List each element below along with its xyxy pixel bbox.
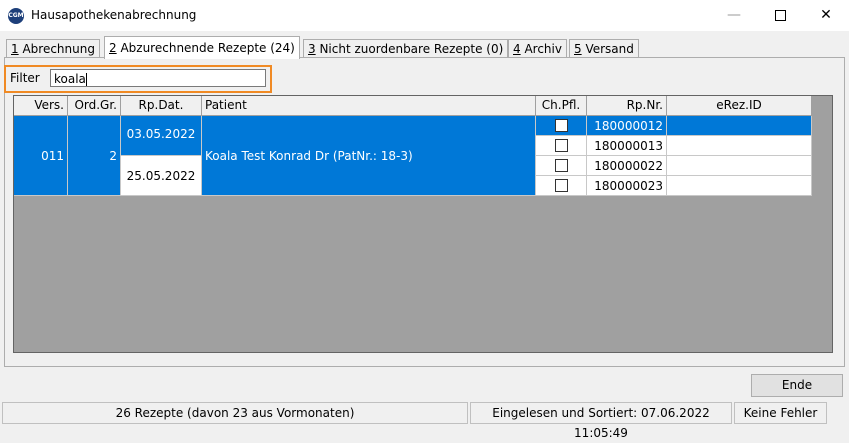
cell-erezid[interactable]: [667, 136, 812, 156]
prescriptions-grid[interactable]: Vers. Ord.Gr. Rp.Dat. Patient Ch.Pfl. Rp…: [13, 95, 833, 353]
status-count: 26 Rezepte (davon 23 aus Vormonaten): [2, 402, 468, 424]
cell-chpfl[interactable]: [536, 156, 587, 176]
tab-accesskey: 5: [574, 42, 582, 56]
cell-ordgr[interactable]: 2: [68, 116, 121, 196]
minimize-button[interactable]: —: [711, 0, 757, 31]
checkbox[interactable]: [555, 119, 568, 132]
status-sorted: Eingelesen und Sortiert: 07.06.2022 11:0…: [470, 402, 732, 440]
tab-accesskey: 2: [109, 41, 117, 55]
tab-archiv[interactable]: 4 Archiv: [508, 39, 567, 58]
cell-chpfl[interactable]: [536, 176, 587, 196]
cell-patient[interactable]: Koala Test Konrad Dr (PatNr.: 18-3): [202, 116, 536, 196]
tab-label: Abzurechnende Rezepte (24): [116, 41, 295, 55]
tab-label: Archiv: [520, 42, 562, 56]
tab-versand[interactable]: 5 Versand: [569, 39, 639, 58]
text-caret: [85, 73, 87, 86]
column-header-rpnr[interactable]: Rp.Nr.: [587, 96, 667, 116]
tab-label: Nicht zuordenbare Rezepte (0): [315, 42, 504, 56]
tab-accesskey: 3: [308, 42, 316, 56]
filter-group: Filter koala: [4, 65, 272, 93]
window-title: Hausapothekenabrechnung: [31, 8, 197, 22]
checkbox[interactable]: [555, 179, 568, 192]
tab-abzurechnende-rezepte[interactable]: 2 Abzurechnende Rezepte (24): [104, 36, 300, 59]
tab-accesskey: 1: [11, 42, 19, 56]
status-errors: Keine Fehler: [734, 402, 827, 424]
cell-chpfl[interactable]: [536, 116, 587, 136]
column-header-erezid[interactable]: eRez.ID: [667, 96, 812, 116]
cell-erezid[interactable]: [667, 116, 812, 136]
cell-chpfl[interactable]: [536, 136, 587, 156]
cell-rpdat[interactable]: 03.05.2022: [121, 116, 202, 156]
maximize-icon: [774, 9, 786, 21]
checkbox[interactable]: [555, 159, 568, 172]
column-header-ordgr[interactable]: Ord.Gr.: [68, 96, 121, 116]
filter-input-value: koala: [54, 72, 86, 86]
column-header-patient[interactable]: Patient: [202, 96, 536, 116]
column-header-vers[interactable]: Vers.: [14, 96, 68, 116]
tab-nicht-zuordenbare-rezepte[interactable]: 3 Nicht zuordenbare Rezepte (0): [303, 39, 509, 58]
tab-label: Versand: [581, 42, 634, 56]
cell-rpnr[interactable]: 180000022: [587, 156, 667, 176]
cell-rpnr[interactable]: 180000023: [587, 176, 667, 196]
cell-rpnr[interactable]: 180000013: [587, 136, 667, 156]
app-icon: CGM: [8, 8, 24, 24]
tab-label: Abrechnung: [18, 42, 95, 56]
maximize-button[interactable]: [757, 0, 803, 31]
filter-input[interactable]: koala: [50, 69, 266, 87]
column-header-chpfl[interactable]: Ch.Pfl.: [536, 96, 587, 116]
cell-erezid[interactable]: [667, 156, 812, 176]
cell-rpnr[interactable]: 180000012: [587, 116, 667, 136]
tab-abrechnung[interactable]: 1 Abrechnung: [6, 39, 100, 58]
column-header-rpdat[interactable]: Rp.Dat.: [121, 96, 202, 116]
close-button[interactable]: ✕: [803, 0, 849, 31]
cell-erezid[interactable]: [667, 176, 812, 196]
ende-button[interactable]: Ende: [751, 374, 843, 397]
filter-label: Filter: [10, 71, 40, 85]
cell-vers[interactable]: 011: [14, 116, 68, 196]
cell-rpdat[interactable]: 25.05.2022: [121, 156, 202, 196]
title-bar: CGM Hausapothekenabrechnung — ✕: [0, 0, 849, 31]
checkbox[interactable]: [555, 139, 568, 152]
tab-accesskey: 4: [513, 42, 521, 56]
